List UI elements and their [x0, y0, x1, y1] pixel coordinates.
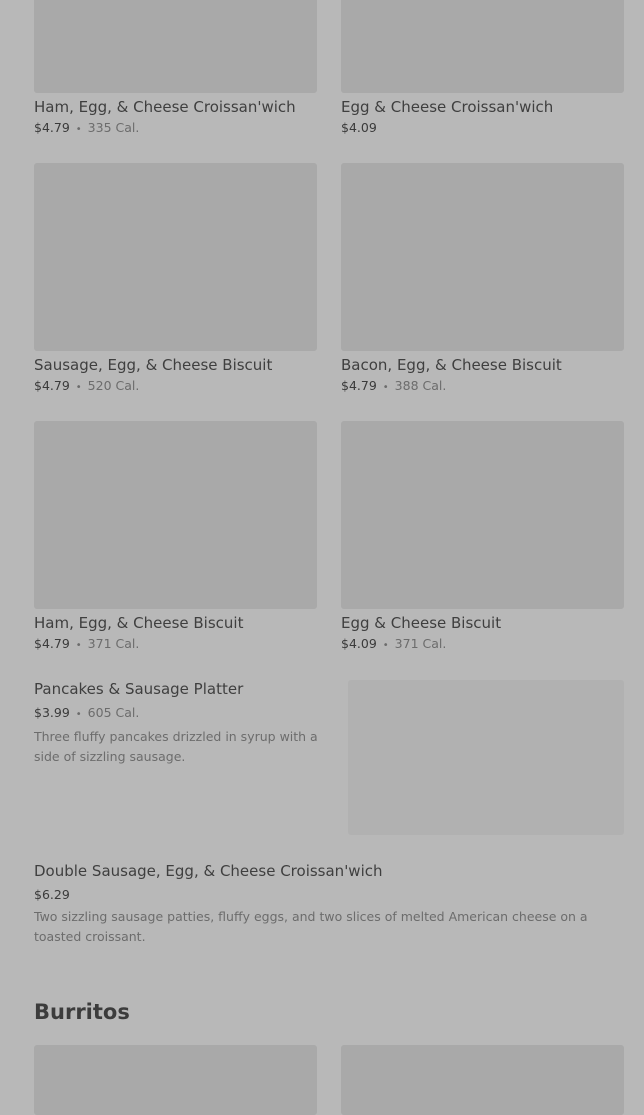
item-name: Sausage, Egg, & Cheese Biscuit — [34, 356, 273, 374]
item-price: $4.09 — [341, 636, 377, 651]
separator-dot — [377, 124, 381, 135]
item-image[interactable] — [348, 680, 624, 835]
menu-item-card[interactable]: Ham, Egg, & Cheese Croissan'wich $4.79 •… — [34, 0, 317, 138]
item-calories: 371 Cal. — [87, 636, 140, 651]
item-image[interactable] — [34, 1045, 317, 1115]
separator-dot: • — [75, 709, 82, 720]
item-calories: 335 Cal. — [87, 120, 140, 135]
menu-item-card[interactable]: Ham, Egg, & Cheese Biscuit $4.79 • 371 C… — [34, 421, 317, 654]
item-calories: 388 Cal. — [394, 378, 447, 393]
item-calories: 520 Cal. — [87, 378, 140, 393]
item-meta: $4.09 — [341, 120, 624, 138]
menu-item-card[interactable]: Egg & Cheese Croissan'wich $4.09 — [341, 0, 624, 138]
section-heading-burritos: Burritos — [34, 1000, 130, 1024]
item-image[interactable] — [34, 163, 317, 351]
item-name: Ham, Egg, & Cheese Croissan'wich — [34, 98, 296, 116]
separator-dot: • — [382, 382, 389, 393]
menu-item-card[interactable]: Egg & Cheese Biscuit $4.09 • 371 Cal. — [341, 421, 624, 654]
item-image[interactable] — [341, 421, 624, 609]
item-price: $4.79 — [34, 120, 70, 135]
item-image[interactable] — [341, 1045, 624, 1115]
menu-item-row[interactable]: Double Sausage, Egg, & Cheese Croissan'w… — [34, 862, 614, 947]
item-price: $4.79 — [34, 636, 70, 651]
item-meta: $4.79 • 335 Cal. — [34, 120, 317, 138]
separator-dot: • — [75, 382, 82, 393]
item-name: Ham, Egg, & Cheese Biscuit — [34, 614, 244, 632]
item-name: Double Sausage, Egg, & Cheese Croissan'w… — [34, 862, 383, 880]
item-name: Pancakes & Sausage Platter — [34, 680, 244, 698]
item-price: $4.79 — [34, 378, 70, 393]
separator-dot: • — [382, 640, 389, 651]
item-meta: $6.29 — [34, 887, 614, 903]
item-calories: 371 Cal. — [394, 636, 447, 651]
separator-dot: • — [75, 640, 82, 651]
item-name: Egg & Cheese Croissan'wich — [341, 98, 554, 116]
item-meta: $4.79 • 388 Cal. — [341, 378, 624, 396]
item-meta: $4.79 • 371 Cal. — [34, 636, 317, 654]
menu-item-card[interactable]: Sausage, Egg, & Cheese Biscuit $4.79 • 5… — [34, 163, 317, 396]
item-price: $4.79 — [341, 378, 377, 393]
item-name: Bacon, Egg, & Cheese Biscuit — [341, 356, 562, 374]
item-image[interactable] — [34, 421, 317, 609]
item-meta: $3.99 • 605 Cal. — [34, 705, 326, 723]
item-image[interactable] — [341, 163, 624, 351]
item-calories: 605 Cal. — [87, 705, 140, 720]
item-description: Three fluffy pancakes drizzled in syrup … — [34, 729, 318, 764]
item-price: $3.99 — [34, 705, 70, 720]
item-meta: $4.09 • 371 Cal. — [341, 636, 624, 654]
item-description: Two sizzling sausage patties, fluffy egg… — [34, 909, 588, 944]
item-price: $4.09 — [341, 120, 377, 135]
item-price: $6.29 — [34, 887, 70, 902]
item-image[interactable] — [341, 0, 624, 93]
item-meta: $4.79 • 520 Cal. — [34, 378, 317, 396]
menu-item-card[interactable]: Bacon, Egg, & Cheese Biscuit $4.79 • 388… — [341, 163, 624, 396]
separator-dot: • — [75, 124, 82, 135]
item-image[interactable] — [34, 0, 317, 93]
item-name: Egg & Cheese Biscuit — [341, 614, 502, 632]
menu-item-row[interactable]: Pancakes & Sausage Platter $3.99 • 605 C… — [34, 680, 326, 767]
